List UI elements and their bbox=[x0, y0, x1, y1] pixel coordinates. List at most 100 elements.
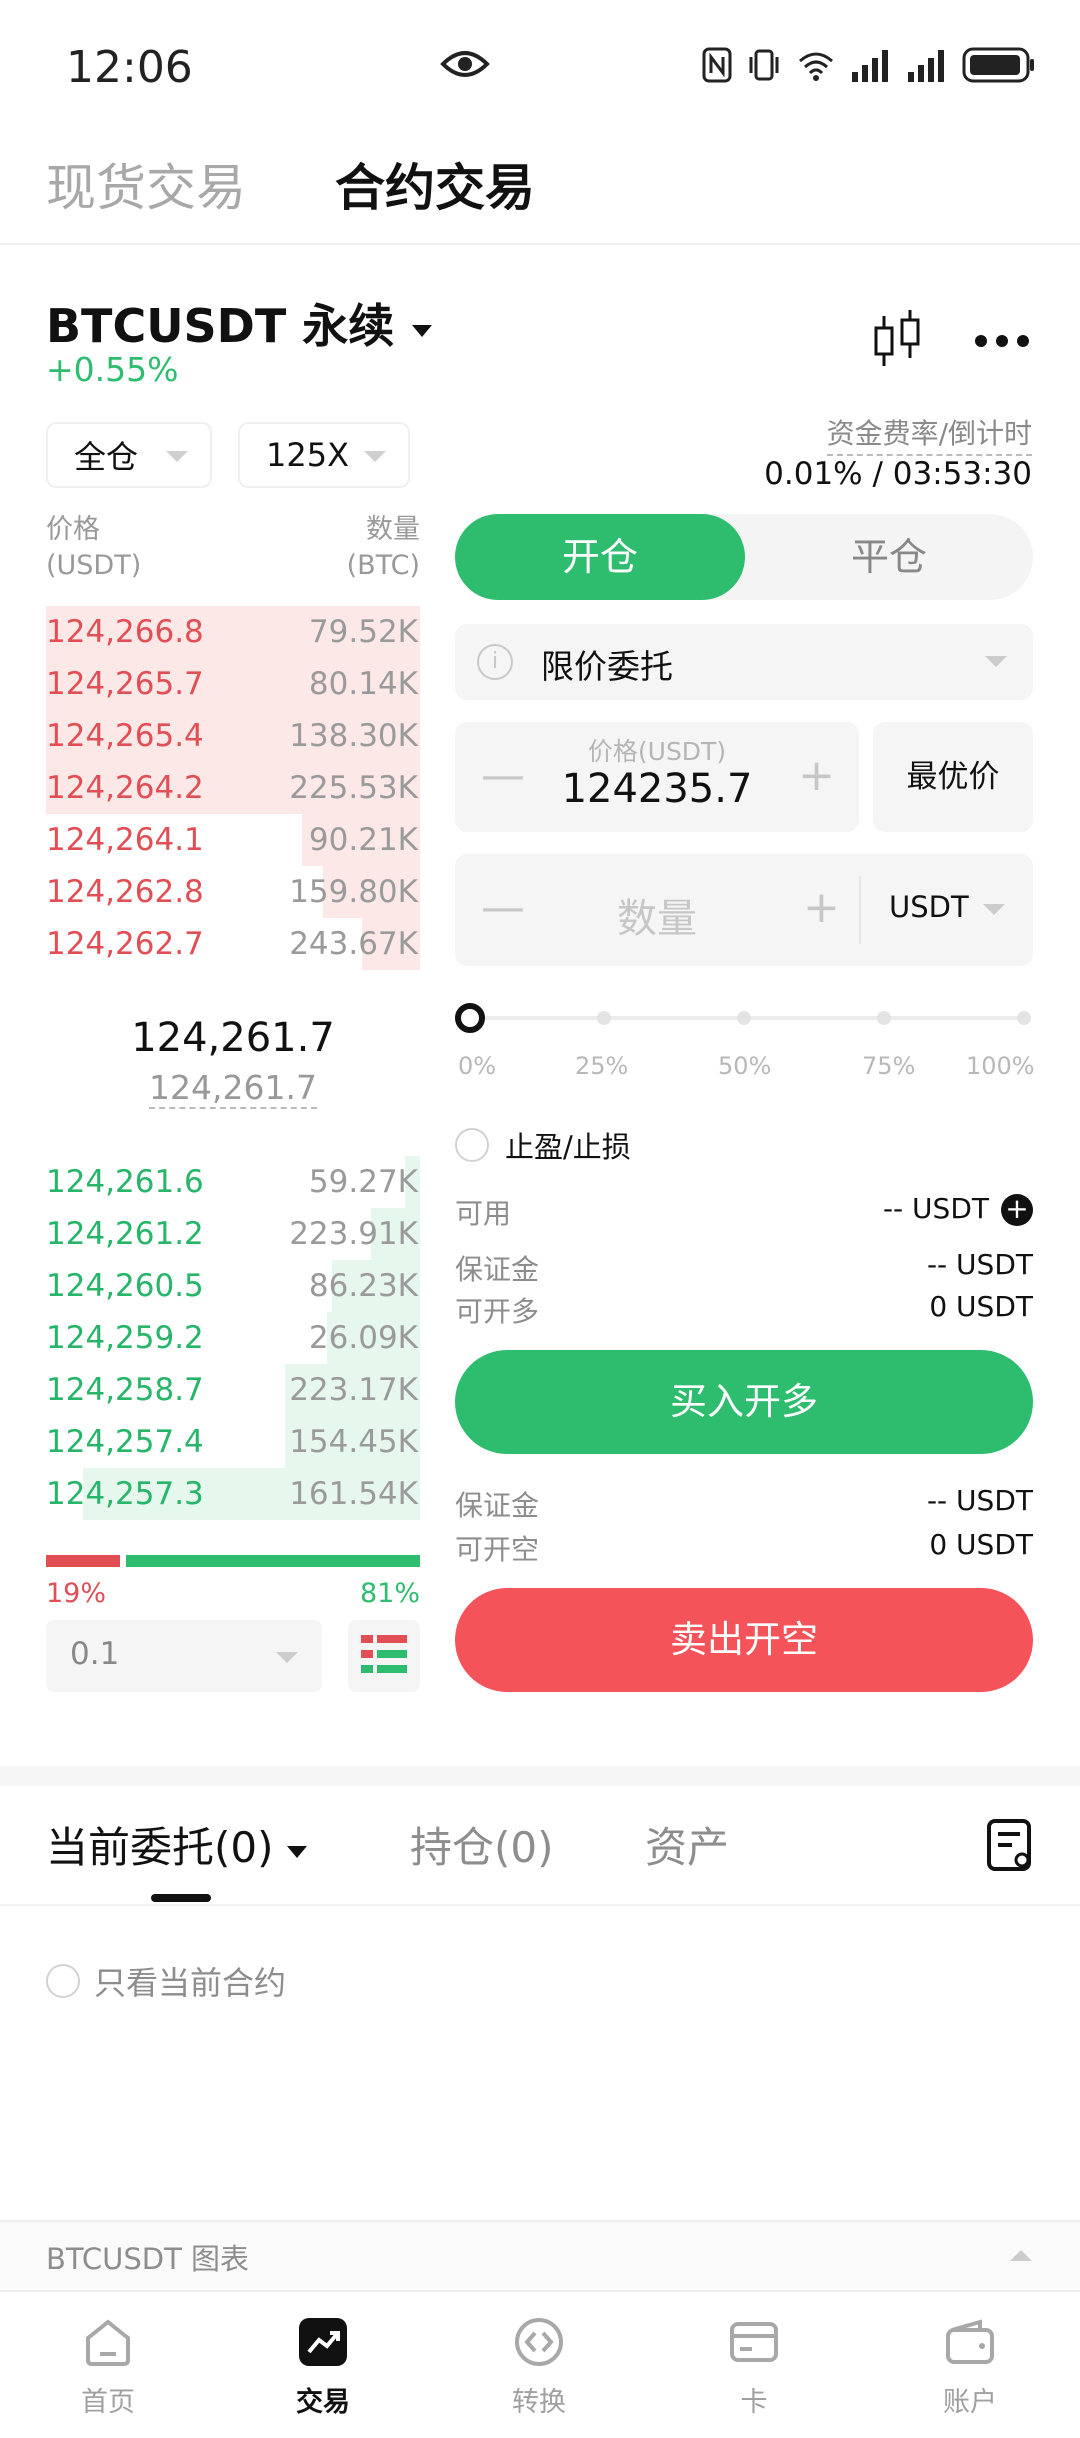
mark-price[interactable]: 124,261.7 bbox=[46, 1068, 420, 1109]
price-input[interactable]: — 价格(USDT) 124235.7 + bbox=[455, 722, 859, 832]
caret-down-icon bbox=[286, 1820, 308, 1869]
bid-row[interactable]: 124,260.5 86.23K bbox=[46, 1260, 420, 1312]
bid-qty: 154.45K bbox=[289, 1424, 418, 1460]
sell-short-button[interactable]: 卖出开空 bbox=[455, 1588, 1033, 1692]
symbol-name: BTCUSDT 永续 bbox=[46, 299, 395, 353]
signal-icon-1 bbox=[850, 48, 892, 86]
caret-down-icon bbox=[276, 1652, 298, 1663]
convert-icon bbox=[459, 2312, 619, 2372]
add-funds-icon[interactable]: + bbox=[1001, 1194, 1033, 1226]
sell-ratio: 19% bbox=[46, 1578, 107, 1609]
ask-qty: 80.14K bbox=[308, 666, 418, 702]
nav-trade[interactable]: 交易 bbox=[243, 2312, 403, 2419]
mark-price-value: 124,261.7 bbox=[149, 1068, 317, 1109]
nav-account-label: 账户 bbox=[943, 2387, 997, 2418]
bid-price: 124,259.2 bbox=[46, 1320, 204, 1356]
tab-close-position[interactable]: 平仓 bbox=[745, 514, 1033, 600]
best-price-button[interactable]: 最优价 bbox=[873, 722, 1033, 832]
slider-tick bbox=[737, 1011, 751, 1025]
tab-positions[interactable]: 持仓(0) bbox=[410, 1814, 554, 1875]
ask-row[interactable]: 124,264.2 225.53K bbox=[46, 762, 420, 814]
ask-qty: 159.80K bbox=[289, 874, 418, 910]
slider-label: 25% bbox=[575, 1052, 629, 1080]
ask-row[interactable]: 124,265.7 80.14K bbox=[46, 658, 420, 710]
slider-label: 0% bbox=[458, 1052, 497, 1080]
caret-down-icon bbox=[983, 904, 1005, 915]
quantity-input[interactable]: — 数量 + USDT bbox=[455, 854, 1033, 966]
bid-row[interactable]: 124,261.6 59.27K bbox=[46, 1156, 420, 1208]
price-header-unit: (USDT) bbox=[46, 550, 142, 581]
tab-open-position[interactable]: 开仓 bbox=[455, 514, 745, 600]
status-bar: 12:06 bbox=[0, 0, 1080, 130]
divider bbox=[859, 876, 861, 944]
slider-label: 50% bbox=[718, 1052, 772, 1080]
tab-current-orders[interactable]: 当前委托(0) bbox=[46, 1814, 308, 1875]
ask-qty: 90.21K bbox=[308, 822, 418, 858]
short-max-value: 0 USDT bbox=[929, 1528, 1033, 1561]
bid-row[interactable]: 124,261.2 223.91K bbox=[46, 1208, 420, 1260]
tab-assets[interactable]: 资产 bbox=[645, 1814, 729, 1875]
funding-rate-value: 0.01% / 03:53:30 bbox=[764, 456, 1032, 492]
ask-price: 124,265.7 bbox=[46, 666, 204, 702]
eye-icon bbox=[440, 46, 490, 86]
ask-price: 124,264.2 bbox=[46, 770, 204, 806]
ask-row[interactable]: 124,262.7 243.67K bbox=[46, 918, 420, 970]
ask-row[interactable]: 124,262.8 159.80K bbox=[46, 866, 420, 918]
leverage-select[interactable]: 125X bbox=[238, 422, 410, 488]
short-margin-label: 保证金 bbox=[455, 1489, 540, 1522]
only-current-contract-checkbox[interactable]: 只看当前合约 bbox=[46, 1958, 286, 2004]
orderbook-layout-icon bbox=[359, 1633, 409, 1679]
tp-sl-checkbox[interactable]: 止盈/止损 bbox=[455, 1124, 631, 1166]
depth-step-select[interactable]: 0.1 bbox=[46, 1620, 322, 1692]
short-margin-value: -- USDT bbox=[926, 1484, 1033, 1517]
funding-rate-label[interactable]: 资金费率/倒计时 bbox=[826, 412, 1032, 456]
orderbook-price-header: 价格 (USDT) bbox=[46, 512, 141, 584]
info-icon[interactable]: i bbox=[477, 644, 513, 680]
more-icon[interactable] bbox=[974, 333, 1030, 352]
depth-step-value: 0.1 bbox=[70, 1636, 120, 1672]
tab-spot-trading[interactable]: 现货交易 bbox=[46, 148, 246, 220]
margin-mode-select[interactable]: 全仓 bbox=[46, 422, 212, 488]
candlestick-chart-icon[interactable] bbox=[870, 308, 924, 376]
nav-card[interactable]: 卡 bbox=[674, 2312, 834, 2419]
nav-card-label: 卡 bbox=[740, 2387, 768, 2418]
orderbook-layout-button[interactable] bbox=[348, 1620, 420, 1692]
nav-convert[interactable]: 转换 bbox=[459, 2312, 619, 2419]
buy-sell-ratio-bar bbox=[46, 1555, 420, 1567]
ask-row[interactable]: 124,266.8 79.52K bbox=[46, 606, 420, 658]
nfc-icon bbox=[702, 47, 732, 87]
bid-row[interactable]: 124,257.4 154.45K bbox=[46, 1416, 420, 1468]
order-history-icon[interactable] bbox=[986, 1818, 1034, 1876]
buy-long-button[interactable]: 买入开多 bbox=[455, 1350, 1033, 1454]
ask-row[interactable]: 124,264.1 90.21K bbox=[46, 814, 420, 866]
amount-slider-handle[interactable] bbox=[455, 1003, 485, 1033]
checkbox-circle bbox=[46, 1964, 80, 1998]
nav-account[interactable]: 账户 bbox=[890, 2312, 1050, 2419]
bid-row[interactable]: 124,257.3 161.54K bbox=[46, 1468, 420, 1520]
nav-home[interactable]: 首页 bbox=[28, 2312, 188, 2419]
buy-ratio-fill bbox=[126, 1555, 420, 1567]
trade-chart-icon bbox=[243, 2312, 403, 2372]
available-label: 可用 bbox=[455, 1197, 512, 1230]
bid-qty: 86.23K bbox=[308, 1268, 418, 1304]
qty-header-unit: (BTC) bbox=[346, 550, 420, 581]
bid-row[interactable]: 124,259.2 26.09K bbox=[46, 1312, 420, 1364]
bid-qty: 59.27K bbox=[308, 1164, 418, 1200]
card-icon bbox=[674, 2312, 834, 2372]
bid-row[interactable]: 124,258.7 223.17K bbox=[46, 1364, 420, 1416]
orders-tabs: 当前委托(0) 持仓(0) 资产 bbox=[0, 1786, 1080, 1906]
quantity-placeholder[interactable]: 数量 bbox=[455, 886, 859, 944]
tab-futures-trading[interactable]: 合约交易 bbox=[335, 148, 535, 220]
short-max-label: 可开空 bbox=[455, 1533, 540, 1566]
caret-down-icon bbox=[166, 451, 188, 462]
chart-expand-bar[interactable]: BTCUSDT 图表 bbox=[0, 2220, 1080, 2288]
wallet-icon bbox=[890, 2312, 1050, 2372]
market-tabs: 现货交易 合约交易 bbox=[0, 130, 1080, 245]
ask-row[interactable]: 124,265.4 138.30K bbox=[46, 710, 420, 762]
price-increment-button[interactable]: + bbox=[798, 750, 835, 801]
qty-increment-button[interactable]: + bbox=[803, 882, 840, 933]
symbol-selector[interactable]: BTCUSDT 永续 bbox=[46, 290, 434, 356]
last-price[interactable]: 124,261.7 bbox=[46, 1015, 420, 1061]
quantity-unit-select[interactable]: USDT bbox=[889, 890, 969, 924]
order-type-select[interactable]: i 限价委托 bbox=[455, 624, 1033, 700]
